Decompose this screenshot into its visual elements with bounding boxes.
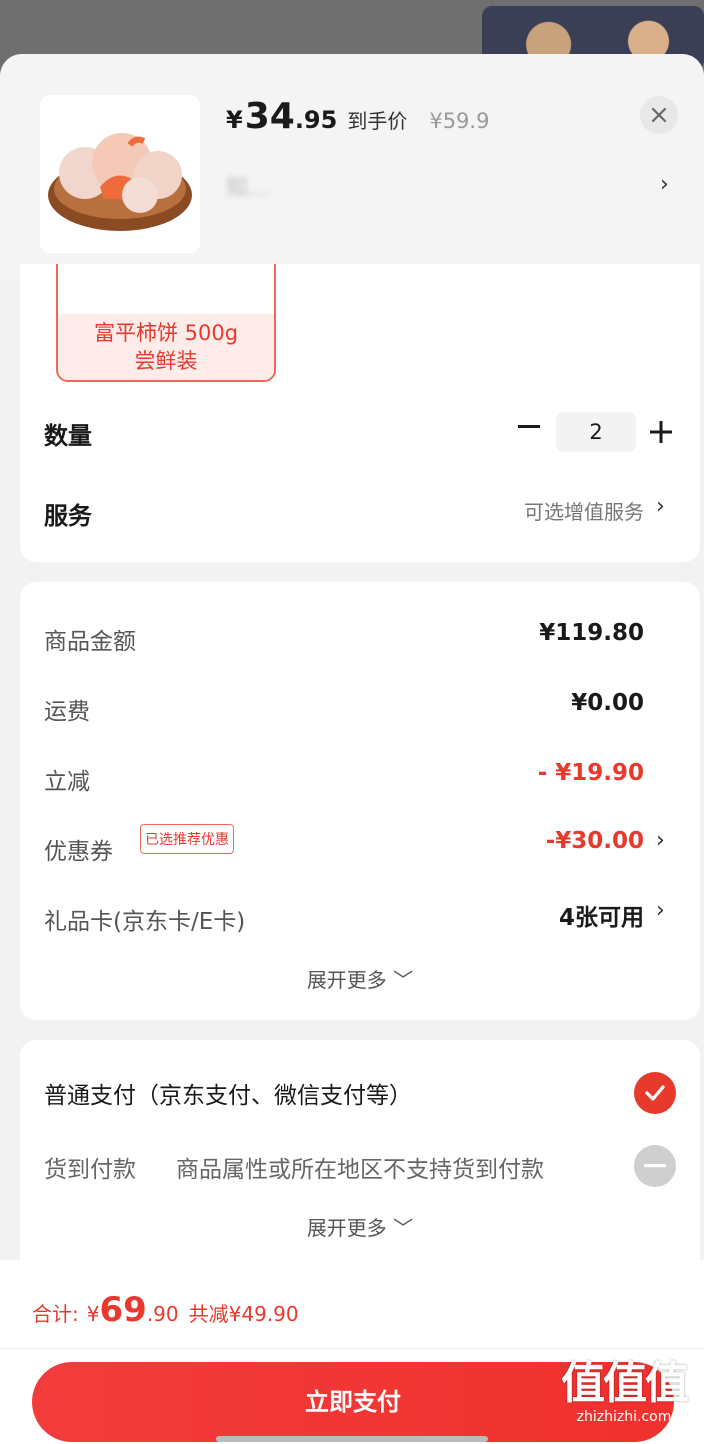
chevron-right-icon[interactable]: › — [656, 898, 665, 923]
quantity-increase-button[interactable] — [646, 412, 676, 452]
sku-option-selected[interactable]: 富平柿饼 500g 尝鲜装 — [56, 264, 276, 382]
plus-icon — [650, 421, 672, 443]
price-currency: ¥ — [226, 106, 243, 134]
close-button[interactable] — [640, 96, 678, 134]
quantity-input[interactable]: 2 — [556, 412, 636, 452]
price-decimal: .95 — [294, 106, 338, 134]
fee-label-giftcard: 礼品卡(京东卡/E卡) — [44, 909, 246, 935]
fee-value-giftcard[interactable]: 4张可用 — [559, 898, 644, 932]
sku-label: 富平柿饼 500g 尝鲜装 — [58, 314, 274, 380]
purchase-sheet: ¥ 34 .95 到手价 ¥59.9 知… › 富平柿饼 500g 尝鲜装 数量… — [0, 54, 704, 1444]
total-decimal: .90 — [146, 1302, 179, 1326]
options-card: 富平柿饼 500g 尝鲜装 数量 2 服务 可选增值服务 › — [20, 264, 700, 562]
watermark-logo: 值值值 zhizhizhi.com — [554, 1360, 694, 1426]
chevron-right-icon[interactable]: › — [656, 828, 665, 853]
fee-value-discount: - ¥19.90 — [537, 760, 644, 786]
price-row: ¥ 34 .95 到手价 ¥59.9 — [226, 96, 489, 137]
sheet-header: ¥ 34 .95 到手价 ¥59.9 知… › — [0, 54, 704, 278]
quantity-label: 数量 — [44, 422, 92, 450]
payment-cod-disabled-icon — [634, 1145, 676, 1187]
quantity-decrease-button[interactable] — [514, 412, 544, 442]
fee-value-coupon[interactable]: -¥30.00 — [546, 828, 644, 854]
service-value[interactable]: 可选增值服务 — [524, 496, 644, 525]
home-indicator — [216, 1436, 488, 1442]
spec-name-blurred[interactable]: 知… — [226, 170, 270, 202]
fee-value-goods: ¥119.80 — [539, 620, 644, 646]
service-label: 服务 — [44, 502, 92, 530]
chevron-down-icon: ﹀ — [393, 968, 414, 992]
price-integer: 34 — [244, 96, 295, 137]
payment-normal-label[interactable]: 普通支付（京东支付、微信支付等） — [44, 1076, 412, 1110]
fee-label-discount: 立减 — [44, 769, 90, 795]
close-icon — [651, 107, 667, 123]
fee-value-shipping: ¥0.00 — [571, 690, 644, 716]
expand-more-payment[interactable]: 展开更多 ﹀ — [20, 1212, 700, 1241]
expand-more-label: 展开更多 — [306, 1216, 387, 1240]
chevron-right-icon[interactable]: › — [656, 494, 665, 519]
total-label: 合计: — [32, 1302, 79, 1326]
chevron-right-icon[interactable]: › — [660, 172, 669, 197]
payment-cod-label: 货到付款 — [44, 1157, 136, 1183]
total-saved: 共减¥49.90 — [188, 1302, 299, 1326]
total-row: 合计: ¥ 69 .90 共减¥49.90 — [32, 1290, 299, 1330]
fee-label-shipping: 运费 — [44, 699, 90, 725]
expand-more-label: 展开更多 — [306, 968, 387, 992]
payment-cod-note: 商品属性或所在地区不支持货到付款 — [176, 1157, 544, 1183]
product-image — [40, 95, 200, 253]
chevron-down-icon: ﹀ — [393, 1216, 414, 1240]
check-icon — [645, 1085, 665, 1101]
total-currency: ¥ — [86, 1302, 100, 1326]
minus-icon — [518, 425, 540, 428]
watermark-url: zhizhizhi.com — [576, 1409, 672, 1425]
watermark-text: 值值值 — [561, 1358, 689, 1409]
divider — [0, 1348, 704, 1349]
fee-label-coupon: 优惠券 — [44, 839, 113, 865]
total-integer: 69 — [99, 1290, 147, 1330]
expand-more-fees[interactable]: 展开更多 ﹀ — [20, 964, 700, 993]
coupon-badge: 已选推荐优惠 — [140, 824, 234, 854]
fee-label-goods: 商品金额 — [44, 629, 136, 655]
fees-card: 商品金额 ¥119.80 运费 ¥0.00 立减 - ¥19.90 优惠券 已选… — [20, 582, 700, 1020]
original-price: ¥59.9 — [429, 109, 490, 133]
sku-label-line1: 富平柿饼 500g — [93, 321, 239, 345]
payment-normal-radio[interactable] — [634, 1072, 676, 1114]
sku-label-line2: 尝鲜装 — [134, 349, 198, 373]
price-tag: 到手价 — [347, 109, 408, 133]
